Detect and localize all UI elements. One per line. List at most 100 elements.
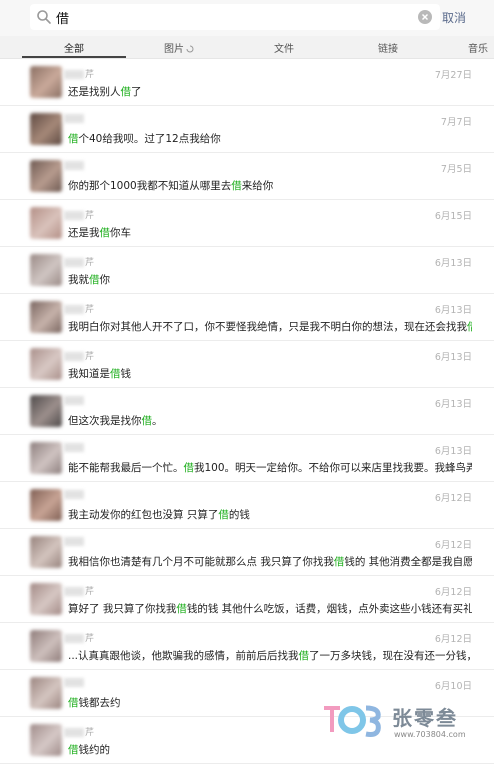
avatar — [30, 160, 62, 192]
message-date: 6月13日 — [434, 399, 472, 410]
result-item[interactable]: 芹 6月12日 ...认真真跟他谈，他欺骗我的感情，前前后后找我借了一万多块钱，现在… — [0, 623, 494, 670]
message-snippet: 我明白你对其他人开不了口，你不要怪我绝情，只是我不明白你的想法，现在还会找我借钱 — [68, 319, 472, 334]
avatar — [30, 113, 62, 145]
result-item[interactable]: 芹 6月13日我知道是借钱 — [0, 341, 494, 388]
sender-name: 芹 — [64, 584, 95, 597]
keyword-highlight: 借 — [231, 180, 242, 192]
search-bar: 取消 — [0, 0, 494, 36]
sender-name-redacted — [64, 211, 84, 220]
search-input[interactable] — [56, 7, 416, 27]
message-date: 6月13日 — [434, 352, 472, 363]
message-snippet: 能不能帮我最后一个忙。借我100。明天一定给你。不给你可以来店里找我要。我蜂鸟弄… — [68, 462, 472, 474]
avatar — [30, 207, 62, 239]
sender-name — [64, 114, 85, 126]
sender-name-redacted — [64, 678, 84, 687]
sender-name-text: 芹 — [85, 352, 95, 362]
message-snippet: 还是找别人借了 — [68, 86, 142, 98]
watermark-logo — [324, 705, 381, 737]
avatar — [30, 301, 62, 333]
result-item[interactable]: 7月7日借个40给我呗。过了12点我给你 — [0, 106, 494, 153]
tab-files[interactable]: 文件 — [274, 40, 294, 55]
sender-name-redacted — [64, 114, 84, 123]
keyword-highlight: 借 — [99, 227, 111, 239]
result-item[interactable]: 6月13日能不能帮我最后一个忙。借我100。明天一定给你。不给你可以来店里找我要… — [0, 435, 494, 482]
sender-name: 芹 — [64, 725, 95, 738]
sender-name: 芹 — [64, 67, 95, 80]
message-snippet: 我相信你也清楚有几个月不可能就那么点 我只算了你找我借钱的 其他消费全都是我自愿… — [68, 556, 472, 568]
clear-icon[interactable] — [418, 10, 432, 24]
tab-music[interactable]: 音乐 — [468, 40, 488, 55]
result-item[interactable]: 芹 6月13日 我就借你 — [0, 247, 494, 294]
cancel-button[interactable]: 取消 — [442, 9, 466, 26]
tab-images[interactable]: 图片 — [164, 40, 194, 55]
sender-name-redacted — [64, 352, 84, 361]
message-date: 6月12日 — [434, 540, 472, 551]
tab-bar: 全部 图片 文件 链接 音乐 — [0, 36, 494, 59]
message-date: 6月13日 — [434, 258, 472, 269]
avatar — [30, 489, 62, 521]
keyword-highlight: 借 — [120, 86, 132, 98]
result-item[interactable]: 6月12日 我主动发你的红包也没算 只算了借的钱 — [0, 482, 494, 529]
search-box[interactable] — [30, 4, 440, 30]
result-item[interactable]: 7月5日你的那个1000我都不知道从哪里去借来给你 — [0, 153, 494, 200]
avatar — [30, 583, 62, 615]
message-date: 6月12日 — [434, 634, 472, 645]
keyword-highlight: 借 — [141, 415, 153, 427]
sender-name-redacted — [64, 443, 84, 452]
message-date: 6月10日 — [434, 681, 472, 692]
result-item[interactable]: 芹 6月15日 还是我借你车 — [0, 200, 494, 247]
sender-name-redacted — [64, 396, 84, 405]
message-snippet: 还是我借你车 — [68, 227, 131, 239]
keyword-highlight: 借 — [333, 556, 345, 568]
watermark-url: www.703804.com — [394, 730, 466, 739]
sender-name-redacted — [64, 305, 84, 314]
result-item[interactable]: 6月13日但这次我是找你借。 — [0, 388, 494, 435]
result-item[interactable]: 芹 7月27日还是找别人借了 — [0, 59, 494, 106]
sender-name-redacted — [64, 587, 84, 596]
message-date: 6月12日 — [434, 493, 472, 504]
avatar — [30, 254, 62, 286]
keyword-highlight: 借 — [68, 744, 79, 756]
message-date: 6月13日 — [434, 446, 472, 457]
avatar — [30, 395, 62, 427]
tab-links[interactable]: 链接 — [378, 40, 398, 55]
sender-name-text: 芹 — [85, 728, 95, 738]
sender-name-text: 芹 — [85, 587, 95, 597]
search-icon — [37, 10, 51, 24]
sender-name: 芹 — [64, 208, 95, 221]
result-item[interactable]: 芹 6月12日 算好了 我只算了你找我借钱的钱 其他什么吃饭，话费，烟钱，点外卖这些… — [0, 576, 494, 623]
sender-name: 芹 — [64, 302, 95, 315]
message-snippet: 你的那个1000我都不知道从哪里去借来给你 — [68, 180, 274, 192]
sender-name-text: 芹 — [85, 305, 95, 315]
tab-all[interactable]: 全部 — [64, 40, 84, 55]
sender-name-text: 芹 — [85, 634, 95, 644]
sender-name — [64, 161, 85, 173]
sender-name-text: 芹 — [85, 258, 95, 268]
watermark: 张零叁 www.703804.com — [318, 698, 494, 749]
message-snippet: 我知道是借钱 — [68, 368, 131, 380]
message-date: 7月27日 — [434, 70, 472, 81]
avatar — [30, 630, 62, 662]
sender-name — [64, 443, 85, 455]
avatar — [30, 536, 62, 568]
message-date: 7月7日 — [440, 117, 472, 128]
message-snippet: 但这次我是找你借。 — [68, 415, 163, 427]
result-item[interactable]: 6月12日我相信你也清楚有几个月不可能就那么点 我只算了你找我借钱的 其他消费全… — [0, 529, 494, 576]
result-item[interactable]: 芹 6月13日 我明白你对其他人开不了口，你不要怪我绝情，只是我不明白你的想法，现在… — [0, 294, 494, 341]
sender-name-redacted — [64, 728, 84, 737]
keyword-highlight: 借 — [467, 321, 472, 333]
keyword-highlight: 借 — [218, 509, 229, 521]
message-snippet: ...认真真跟他谈，他欺骗我的感情，前前后后找我借了一万多块钱，现在没有还一分钱… — [68, 650, 472, 662]
sender-name-text: 芹 — [85, 211, 95, 221]
message-snippet: 借个40给我呗。过了12点我给你 — [68, 133, 221, 145]
sender-name-redacted — [64, 70, 84, 79]
sender-name — [64, 396, 85, 408]
message-date: 7月5日 — [440, 164, 472, 175]
keyword-highlight: 借 — [68, 133, 79, 145]
avatar — [30, 66, 62, 98]
keyword-highlight: 借 — [183, 462, 195, 474]
sender-name-redacted — [64, 258, 84, 267]
sender-name-redacted — [64, 634, 84, 643]
sender-name — [64, 678, 85, 690]
sender-name-text: 芹 — [85, 70, 95, 80]
